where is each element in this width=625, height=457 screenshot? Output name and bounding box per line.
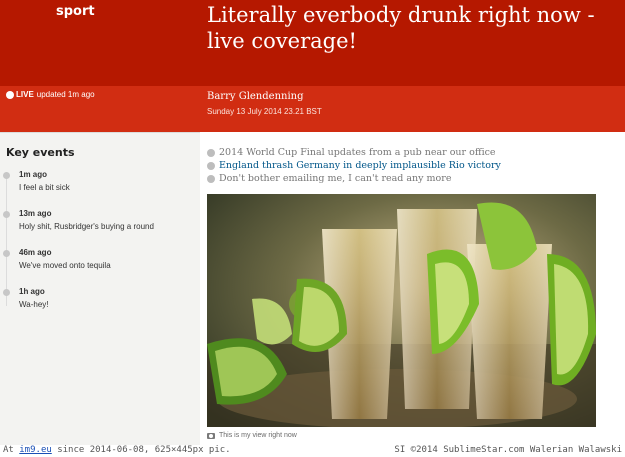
footer-left: At im9.eu since 2014-06-08, 625×445px pi…	[3, 445, 231, 455]
timeline-dot-icon	[3, 172, 10, 179]
publish-date: Sunday 13 July 2014 23.21 BST	[207, 107, 322, 116]
timeline-line	[6, 176, 7, 306]
footer-right: SI ©2014 SublimeStar.com Walerian Walaws…	[394, 445, 622, 455]
live-label: LIVE	[16, 90, 34, 99]
bullet-icon	[207, 174, 215, 183]
page-headline: Literally everbody drunk right now - liv…	[207, 3, 595, 53]
bullet-icon	[207, 148, 215, 157]
standfirst-link[interactable]: England thrash Germany in deeply implaus…	[207, 159, 501, 172]
standfirst-item: 2014 World Cup Final updates from a pub …	[207, 146, 501, 159]
key-event-text: Holy shit, Rusbridger's buying a round	[19, 222, 154, 231]
key-event-time: 13m ago	[19, 209, 52, 218]
footer-site-link[interactable]: im9.eu	[19, 445, 52, 455]
key-event-text: Wa-hey!	[19, 300, 49, 309]
live-indicator: LIVE updated 1m ago	[6, 90, 95, 99]
photo-caption: This is my view right now	[207, 432, 297, 439]
standfirst-text: 2014 World Cup Final updates from a pub …	[219, 147, 496, 158]
section-link-sport[interactable]: sport	[56, 4, 95, 19]
camera-icon	[207, 432, 215, 439]
standfirst-link-text[interactable]: England thrash Germany in deeply implaus…	[219, 160, 501, 171]
key-event-time: 46m ago	[19, 248, 52, 257]
key-event-time: 1h ago	[19, 287, 45, 296]
footer-suffix: since 2014-06-08, 625×445px pic.	[57, 445, 231, 455]
image-host-footer: At im9.eu since 2014-06-08, 625×445px pi…	[0, 445, 625, 457]
standfirst-list: 2014 World Cup Final updates from a pub …	[207, 146, 501, 185]
timeline-dot-icon	[3, 289, 10, 296]
main-photo-tequila-shots	[207, 194, 596, 427]
caption-text: This is my view right now	[219, 432, 297, 439]
updated-time: updated 1m ago	[36, 90, 95, 99]
standfirst-text: Don't bother emailing me, I can't read a…	[219, 173, 452, 184]
key-event-time: 1m ago	[19, 170, 48, 179]
timeline-dot-icon	[3, 250, 10, 257]
key-event-text: I feel a bit sick	[19, 183, 70, 192]
key-events-title: Key events	[6, 146, 75, 159]
standfirst-item: Don't bother emailing me, I can't read a…	[207, 172, 501, 185]
live-dot-icon	[6, 90, 14, 99]
author-link[interactable]: Barry Glendenning	[207, 91, 303, 102]
footer-prefix: At	[3, 445, 14, 455]
bullet-icon	[207, 161, 215, 170]
key-event-text: We've moved onto tequila	[19, 261, 111, 270]
timeline-dot-icon	[3, 211, 10, 218]
photo-illustration	[207, 194, 596, 427]
